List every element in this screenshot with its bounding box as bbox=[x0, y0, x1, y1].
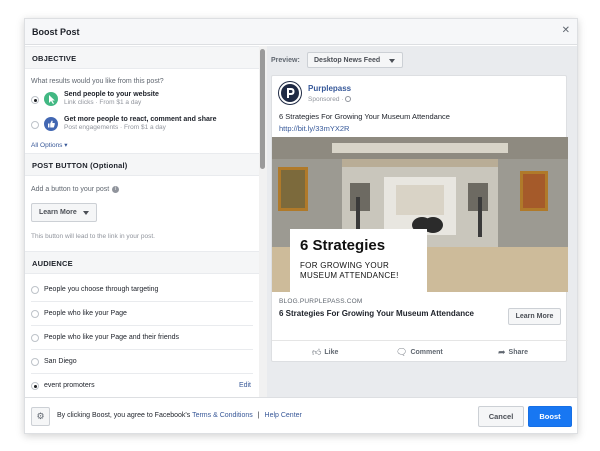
post-button-label: Add a button to your post i bbox=[25, 176, 259, 203]
overlay-subtitle-line-2: MUSEUM ATTENDANCE! bbox=[300, 271, 399, 280]
overlay-subtitle: FOR GROWING YOUR MUSEUM ATTENDANCE! bbox=[300, 261, 399, 281]
scrollbar-thumb[interactable] bbox=[260, 49, 265, 169]
like-label: Like bbox=[324, 349, 339, 356]
audience-option-san-diego[interactable]: San Diego bbox=[31, 350, 253, 374]
terms-link[interactable]: Terms & Conditions bbox=[192, 412, 253, 419]
post-button-label-text: Add a button to your post bbox=[31, 186, 110, 193]
audience-label: People you choose through targeting bbox=[44, 286, 159, 293]
audience-option-page-likers-friends[interactable]: People who like your Page and their frie… bbox=[31, 326, 253, 350]
thumbs-up-icon: 👍︎ bbox=[312, 347, 322, 357]
page-name[interactable]: Purplepass bbox=[308, 84, 351, 93]
share-label: Share bbox=[508, 349, 529, 356]
placement-dropdown[interactable]: Desktop News Feed bbox=[307, 52, 403, 68]
preview-label: Preview: bbox=[271, 57, 300, 64]
placement-value: Desktop News Feed bbox=[314, 57, 381, 64]
dialog-title: Boost Post bbox=[32, 27, 80, 37]
overlay-subtitle-line-1: FOR GROWING YOUR bbox=[300, 261, 390, 270]
post-actions: 👍︎ Like 🗨︎ Comment ➦ Share bbox=[272, 340, 568, 363]
radio-selected[interactable] bbox=[31, 382, 39, 390]
link-domain: BLOG.PURPLEPASS.COM bbox=[279, 298, 363, 305]
cursor-icon bbox=[44, 92, 58, 106]
gear-icon[interactable]: ⚙ bbox=[31, 407, 50, 426]
objective-heading: OBJECTIVE bbox=[25, 46, 259, 69]
radio-unselected[interactable] bbox=[31, 121, 39, 129]
post-image[interactable]: 6 Strategies FOR GROWING YOUR MUSEUM ATT… bbox=[272, 137, 568, 292]
comment-icon: 🗨︎ bbox=[396, 347, 408, 357]
boost-button[interactable]: Boost bbox=[528, 406, 572, 427]
option-title: Send people to your website bbox=[64, 91, 159, 98]
post-button-heading: POST BUTTON (Optional) bbox=[25, 153, 259, 176]
audience-label: People who like your Page bbox=[44, 310, 127, 317]
preview-panel: Preview: Desktop News Feed Purplepass Sp… bbox=[267, 46, 577, 397]
terms-prefix: By clicking Boost, you agree to Facebook… bbox=[57, 412, 191, 419]
link-headline[interactable]: 6 Strategies For Growing Your Museum Att… bbox=[279, 308, 489, 319]
terms-notice: By clicking Boost, you agree to Facebook… bbox=[57, 412, 302, 419]
radio-unselected[interactable] bbox=[31, 334, 39, 342]
audience-option-page-likers[interactable]: People who like your Page bbox=[31, 302, 253, 326]
close-icon[interactable]: ✕ bbox=[562, 25, 570, 36]
audience-label: People who like your Page and their frie… bbox=[44, 334, 180, 341]
objective-question: What results would you like from this po… bbox=[31, 78, 164, 85]
globe-icon bbox=[345, 96, 352, 102]
audience-label: San Diego bbox=[44, 358, 77, 365]
dialog-footer: ⚙ By clicking Boost, you agree to Facebo… bbox=[25, 397, 577, 433]
audience-option-event-promoters[interactable]: event promoters Edit bbox=[31, 374, 253, 397]
learn-more-button[interactable]: Learn More bbox=[508, 308, 561, 325]
info-icon[interactable]: i bbox=[112, 186, 120, 193]
radio-unselected[interactable] bbox=[31, 286, 39, 294]
objective-option-website[interactable]: Send people to your website Link clicks … bbox=[25, 89, 259, 114]
overlay-title: 6 Strategies bbox=[300, 237, 386, 254]
option-subtitle: Post engagements · From $1 a day bbox=[64, 124, 166, 131]
comment-button[interactable]: 🗨︎ Comment bbox=[396, 347, 443, 358]
audience-heading: AUDIENCE bbox=[25, 251, 259, 274]
help-center-link[interactable]: Help Center bbox=[265, 412, 302, 419]
settings-panel: OBJECTIVE What results would you like fr… bbox=[25, 46, 259, 397]
radio-unselected[interactable] bbox=[31, 310, 39, 318]
dialog-header: Boost Post ✕ bbox=[25, 19, 577, 45]
share-button[interactable]: ➦ Share bbox=[498, 347, 528, 358]
share-icon: ➦ bbox=[498, 347, 506, 357]
cancel-button[interactable]: Cancel bbox=[478, 406, 524, 427]
like-button[interactable]: 👍︎ Like bbox=[312, 347, 338, 358]
settings-scrollbar[interactable] bbox=[259, 46, 267, 397]
post-preview-card: Purplepass Sponsored · 6 Strategies For … bbox=[271, 75, 568, 363]
chevron-down-icon bbox=[389, 59, 395, 63]
comment-label: Comment bbox=[410, 349, 443, 356]
audience-option-targeting[interactable]: People you choose through targeting bbox=[31, 278, 253, 302]
post-link[interactable]: http://bit.ly/33mYX2R bbox=[279, 124, 349, 133]
thumbs-up-icon bbox=[44, 117, 58, 131]
image-text-overlay: 6 Strategies FOR GROWING YOUR MUSEUM ATT… bbox=[290, 229, 427, 292]
page-avatar[interactable] bbox=[279, 82, 301, 104]
all-options-link[interactable]: All Options ▾ bbox=[25, 139, 259, 153]
objective-option-engagement[interactable]: Get more people to react, comment and sh… bbox=[25, 114, 259, 139]
sponsored-text: Sponsored · bbox=[308, 96, 344, 103]
post-button-dropdown[interactable]: Learn More bbox=[31, 203, 97, 222]
radio-selected[interactable] bbox=[31, 96, 39, 104]
chevron-down-icon bbox=[83, 211, 89, 215]
audience-edit-link[interactable]: Edit bbox=[239, 382, 251, 389]
option-subtitle: Link clicks · From $1 a day bbox=[64, 99, 142, 106]
post-text: 6 Strategies For Growing Your Museum Att… bbox=[279, 112, 450, 121]
radio-unselected[interactable] bbox=[31, 358, 39, 366]
post-button-note: This button will lead to the link in you… bbox=[31, 233, 155, 240]
terms-separator: | bbox=[257, 412, 260, 419]
boost-post-dialog: Boost Post ✕ OBJECTIVE What results woul… bbox=[24, 18, 578, 434]
audience-label: event promoters bbox=[44, 382, 95, 389]
sponsored-label: Sponsored · bbox=[308, 96, 352, 103]
post-button-value: Learn More bbox=[39, 209, 77, 216]
option-title: Get more people to react, comment and sh… bbox=[64, 116, 217, 123]
